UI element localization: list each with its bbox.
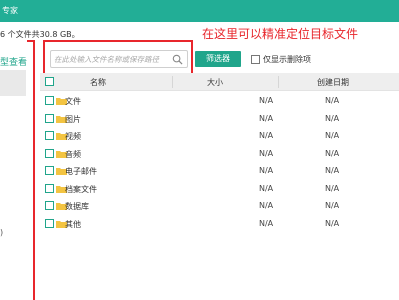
app-title: 专家: [2, 6, 18, 15]
row-size: N/A: [259, 113, 274, 123]
row-size: N/A: [259, 96, 274, 105]
search-box[interactable]: [50, 50, 188, 68]
file-summary: 6 个文件共30.8 GB。: [0, 30, 80, 39]
row-name: 其他: [65, 219, 81, 229]
row-date: N/A: [325, 131, 340, 140]
type-view-tab[interactable]: 型查看: [0, 55, 27, 68]
search-icon[interactable]: [172, 54, 183, 65]
row-size: N/A: [259, 201, 274, 210]
column-divider[interactable]: [172, 76, 173, 88]
file-type-list: 文件 N/A N/A 图片 N/A N/A 视频 N/A N/A 音频 N/A …: [40, 92, 399, 232]
search-input[interactable]: [54, 53, 170, 65]
row-date: N/A: [325, 166, 340, 175]
show-deleted-toggle[interactable]: 仅显示删除项: [251, 54, 311, 65]
table-row[interactable]: 数据库 N/A N/A: [40, 197, 399, 215]
row-size: N/A: [259, 218, 274, 228]
row-name: 文件: [65, 97, 81, 106]
row-checkbox[interactable]: [45, 96, 54, 105]
table-row[interactable]: 视频 N/A N/A: [40, 127, 399, 145]
row-name: 图片: [65, 114, 81, 124]
sidebar-selected-item[interactable]: [0, 70, 26, 96]
row-name: 电子邮件: [65, 167, 97, 176]
sidebar-fragment: ): [0, 228, 4, 237]
title-bar: 专家: [0, 0, 399, 22]
row-size: N/A: [259, 183, 274, 193]
table-row[interactable]: 其他 N/A N/A: [40, 215, 399, 233]
row-size: N/A: [259, 148, 274, 158]
table-row[interactable]: 音频 N/A N/A: [40, 145, 399, 163]
column-header-name[interactable]: 名称: [90, 77, 106, 88]
annotation-label: 在这里可以精准定位目标文件: [202, 27, 359, 41]
row-checkbox[interactable]: [45, 201, 54, 210]
row-date: N/A: [325, 148, 340, 158]
annotation-box-sidebar: [27, 40, 35, 300]
row-checkbox[interactable]: [45, 166, 54, 175]
table-row[interactable]: 档案文件 N/A N/A: [40, 180, 399, 198]
row-checkbox[interactable]: [45, 148, 54, 158]
table-row[interactable]: 电子邮件 N/A N/A: [40, 162, 399, 180]
column-header-date[interactable]: 创建日期: [317, 77, 349, 88]
row-date: N/A: [325, 201, 340, 210]
row-checkbox[interactable]: [45, 218, 54, 228]
row-size: N/A: [259, 166, 274, 175]
column-header-size[interactable]: 大小: [207, 77, 223, 88]
row-date: N/A: [325, 218, 340, 228]
column-divider[interactable]: [278, 76, 279, 88]
row-checkbox[interactable]: [45, 131, 54, 140]
table-header: 名称 大小 创建日期: [40, 73, 399, 91]
table-row[interactable]: 图片 N/A N/A: [40, 110, 399, 128]
row-name: 音频: [65, 149, 81, 159]
row-checkbox[interactable]: [45, 113, 54, 123]
row-date: N/A: [325, 113, 340, 123]
row-size: N/A: [259, 131, 274, 140]
filter-button[interactable]: 筛选器: [195, 51, 241, 67]
row-name: 档案文件: [65, 184, 97, 194]
table-row[interactable]: 文件 N/A N/A: [40, 92, 399, 110]
row-date: N/A: [325, 96, 340, 105]
show-deleted-checkbox[interactable]: [251, 55, 260, 64]
select-all-checkbox[interactable]: [45, 77, 54, 86]
show-deleted-label: 仅显示删除项: [263, 55, 311, 64]
row-name: 数据库: [65, 202, 89, 211]
row-date: N/A: [325, 183, 340, 193]
row-name: 视频: [65, 132, 81, 141]
row-checkbox[interactable]: [45, 183, 54, 193]
